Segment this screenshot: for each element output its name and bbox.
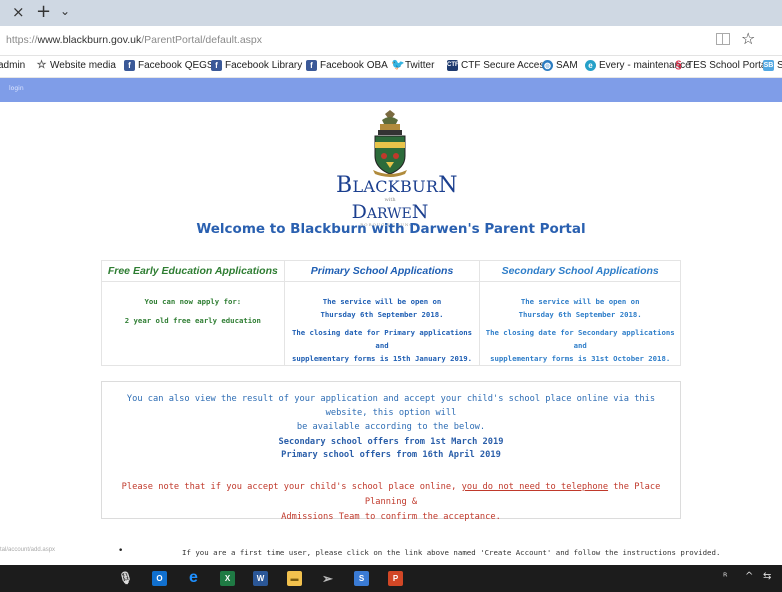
facebook-icon: f	[306, 60, 317, 71]
primary-closing-date: supplementary forms is 15th January 2019…	[291, 354, 473, 363]
wordmark-letter: N	[438, 173, 458, 198]
sb-icon: SB	[763, 60, 774, 71]
wordmark-letter: N	[411, 201, 429, 223]
fav-label: TES School Portal	[687, 60, 769, 71]
fav-label: Website media	[50, 60, 116, 71]
fav-sc[interactable]: SBSc	[763, 60, 782, 71]
page-title: Welcome to Blackburn with Darwen's Paren…	[196, 221, 586, 237]
facebook-icon: f	[211, 60, 222, 71]
microphone-icon[interactable]: 🎙	[118, 571, 133, 586]
fav-label: Facebook QEGS	[138, 60, 214, 71]
wordmark-darwen: DARWEN	[336, 203, 444, 222]
outlook-icon[interactable]: O	[152, 571, 167, 586]
secondary-offer-date: Secondary school offers from 1st March 2…	[278, 437, 504, 447]
twitter-icon: 🐦	[391, 59, 405, 71]
url-text[interactable]: https://www.blackburn.gov.uk/ParentPorta…	[6, 34, 262, 46]
list-bullet: •	[118, 546, 124, 556]
no-telephone-link[interactable]: you do not need to telephone	[462, 482, 608, 492]
fav-label: SAM	[556, 60, 578, 71]
portal-header-strip: login	[0, 78, 782, 102]
fav-facebook-library[interactable]: f Facebook Library	[211, 60, 302, 71]
fav-ctf-secure-access[interactable]: CTF CTF Secure Access	[447, 60, 549, 71]
file-explorer-icon[interactable]: ▬	[287, 571, 302, 586]
close-tab-icon[interactable]: ×	[12, 3, 25, 21]
primary-offer-date: Primary school offers from 16th April 20…	[281, 450, 501, 460]
star-icon: ☆	[36, 59, 47, 71]
tes-icon: §	[675, 59, 682, 71]
secondary-applications-cell: The service will be open on Thursday 6th…	[479, 281, 681, 366]
early-age-text: 2 year old free early education	[124, 316, 261, 325]
word-icon[interactable]: W	[253, 571, 268, 586]
powerpoint-icon[interactable]: P	[388, 571, 403, 586]
app-icon[interactable]: S	[354, 571, 369, 586]
people-icon[interactable]: ᴿ	[723, 572, 727, 583]
fav-label: Facebook OBA	[320, 60, 388, 71]
favorites-bar: admin ☆ Website media f Facebook QEGS f Fac…	[0, 56, 782, 78]
login-link[interactable]: login	[9, 85, 24, 92]
primary-closing-text: The closing date for Primary application…	[291, 328, 473, 350]
facebook-icon: f	[124, 60, 135, 71]
globe-icon: ◍	[542, 60, 553, 71]
status-bar-url: tal/account/add.aspx	[0, 547, 56, 553]
fav-label: Sc	[777, 60, 782, 71]
early-education-header[interactable]: Free Early Education Applications	[101, 260, 285, 282]
address-bar[interactable]: https://www.blackburn.gov.uk/ParentPorta…	[0, 26, 782, 56]
offers-intro: You can also view the result of your app…	[106, 392, 676, 434]
fav-facebook-oba[interactable]: f Facebook OBA	[306, 60, 388, 71]
ctf-icon: CTF	[447, 60, 459, 71]
fav-label: Facebook Library	[225, 60, 303, 71]
acceptance-note: Please note that if you accept your chil…	[116, 480, 666, 525]
fav-website-media[interactable]: ☆ Website media	[36, 59, 116, 72]
fav-label: Twitter	[405, 60, 435, 71]
primary-applications-cell: The service will be open on Thursday 6th…	[283, 281, 481, 366]
note-text: Please note that if you accept your chil…	[121, 482, 462, 492]
council-wordmark: BLACKBURN with DARWEN BOROUGH COUNCIL	[336, 173, 458, 227]
secondary-closing-date: supplementary forms is 31st October 2018…	[490, 354, 671, 363]
excel-icon[interactable]: X	[220, 571, 235, 586]
url-scheme: https://	[6, 34, 38, 46]
fav-sam[interactable]: ◍ SAM	[542, 60, 578, 71]
fav-label: CTF Secure Access	[461, 60, 550, 71]
url-path: /ParentPortal/default.aspx	[141, 34, 263, 46]
primary-open-text: The service will be open on	[322, 297, 442, 306]
secondary-closing-text: The closing date for Secondary applicati…	[485, 328, 675, 350]
applications-table: Free Early Education Applications Primar…	[101, 260, 681, 366]
offers-info-box: You can also view the result of your app…	[101, 381, 681, 522]
primary-applications-header[interactable]: Primary School Applications	[283, 260, 481, 282]
fav-facebook-qegs[interactable]: f Facebook QEGS	[124, 60, 214, 71]
wordmark-letters: ARWE	[366, 206, 412, 222]
browser-tab-bar: × + ⌄	[0, 0, 782, 26]
fav-admin[interactable]: admin	[0, 60, 25, 71]
every-icon: e	[585, 60, 596, 71]
network-icon[interactable]: ⇆	[763, 571, 771, 582]
add-favorite-star-icon[interactable]: ☆	[741, 29, 755, 48]
offer-dates: Secondary school offers from 1st March 2…	[102, 436, 680, 462]
note-line2: Admissions Team to confirm the acceptanc…	[281, 512, 501, 522]
fav-label: admin	[0, 60, 26, 71]
wordmark-letters: LACKBUR	[352, 177, 439, 196]
wordmark-letter: D	[351, 201, 367, 223]
offers-intro-line2: be available according to the below.	[296, 422, 486, 432]
secondary-applications-header[interactable]: Secondary School Applications	[479, 260, 681, 282]
wordmark-blackburn: BLACKBURN	[336, 173, 458, 198]
tab-list-chevron-icon[interactable]: ⌄	[60, 4, 70, 18]
fav-twitter[interactable]: 🐦 Twitter	[391, 59, 435, 72]
wordmark-letter: B	[336, 173, 353, 198]
offers-intro-line1: You can also view the result of your app…	[126, 394, 656, 418]
show-hidden-icons-chevron-icon[interactable]: ^	[745, 571, 753, 582]
url-host: www.blackburn.gov.uk	[37, 34, 142, 46]
remote-desktop-icon[interactable]: ➢	[320, 571, 335, 586]
reading-view-icon[interactable]	[716, 33, 730, 45]
early-apply-text: You can now apply for:	[144, 297, 242, 306]
primary-open-date: Thursday 6th September 2018.	[320, 310, 444, 319]
first-time-user-instructions: If you are a first time user, please cli…	[182, 548, 721, 557]
windows-taskbar: 🎙 O e X W ▬ ➢ S P ᴿ ^ ⇆	[0, 565, 782, 592]
fav-tes-school-portal[interactable]: § TES School Portal	[673, 59, 769, 72]
edge-browser-icon[interactable]: e	[186, 570, 201, 586]
secondary-open-date: Thursday 6th September 2018.	[518, 310, 642, 319]
secondary-open-text: The service will be open on	[520, 297, 640, 306]
new-tab-icon[interactable]: +	[36, 1, 51, 22]
early-education-cell: You can now apply for: 2 year old free e…	[101, 281, 285, 366]
